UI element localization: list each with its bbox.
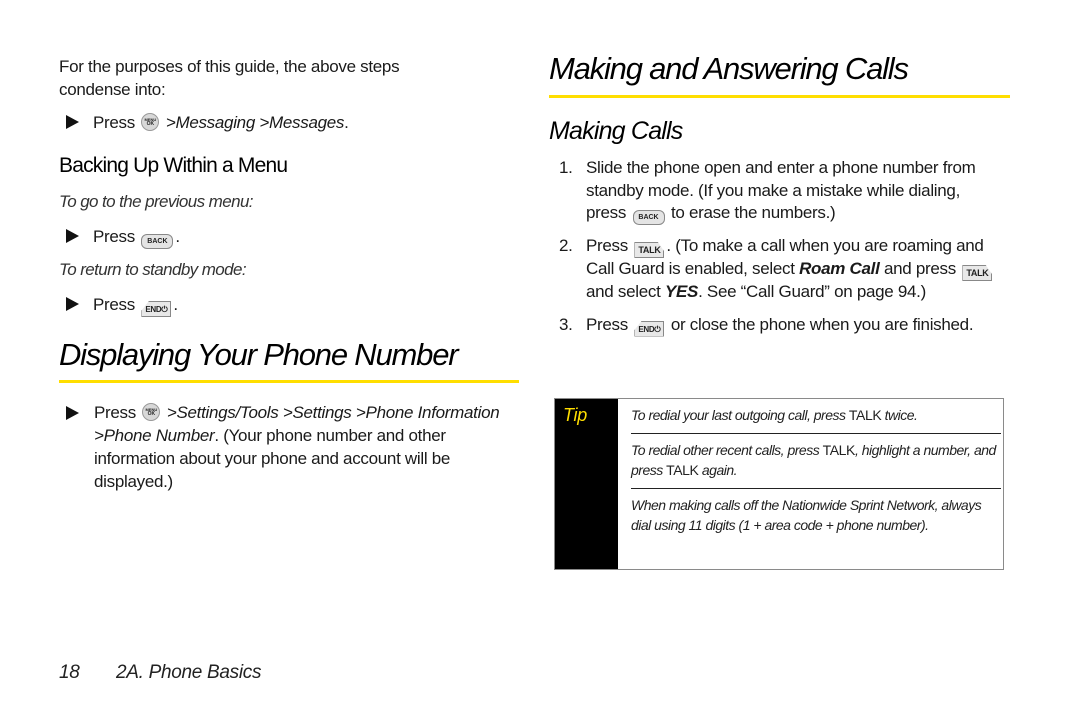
step-text: or close the phone when you are finished… xyxy=(670,314,974,334)
talk-key-icon: TALK xyxy=(634,242,665,258)
menu-path: >Messaging >Messages xyxy=(165,113,345,132)
yes-option: YES xyxy=(664,282,699,301)
previous-menu-step: Press BACK. xyxy=(66,225,180,249)
displaying-step-text: Press MENU OK >Settings/Tools >Settings >… xyxy=(94,401,506,493)
back-key-icon: BACK xyxy=(632,210,665,225)
press-text: Press xyxy=(93,113,135,132)
previous-menu-label: To go to the previous menu: xyxy=(59,192,254,211)
key-bottom-label: OK xyxy=(147,411,156,417)
tip-text: again. xyxy=(698,462,738,478)
tip-label: Tip xyxy=(563,405,587,425)
tip-box: Tip To redial your last outgoing call, p… xyxy=(554,398,1004,570)
bullet-arrow-icon xyxy=(66,297,79,311)
tip-text: To redial your last outgoing call, press xyxy=(631,407,849,423)
tip-content: To redial your last outgoing call, press… xyxy=(631,399,1001,543)
tip-item: When making calls off the Nationwide Spr… xyxy=(631,489,1001,543)
press-text: Press xyxy=(93,295,135,314)
tip-text: twice. xyxy=(881,407,918,423)
step-item: 3. Press END⏻ or close the phone when yo… xyxy=(559,314,999,337)
talk-key-label: TALK xyxy=(822,442,856,458)
talk-key-icon: TALK xyxy=(962,265,993,281)
end-key-icon: END⏻ xyxy=(141,301,172,317)
standby-mode-label: To return to standby mode: xyxy=(59,260,247,279)
section-divider xyxy=(59,380,519,383)
tip-item: To redial other recent calls, press TALK… xyxy=(631,434,1001,488)
menu-ok-key-icon: MENU OK xyxy=(142,403,161,421)
making-calls-heading: Making Calls xyxy=(549,117,683,145)
step-text: Press xyxy=(586,236,628,255)
roam-call-option: Roam Call xyxy=(799,259,880,278)
tip-item: To redial your last outgoing call, press… xyxy=(631,399,1001,433)
press-text: Press xyxy=(94,403,136,422)
making-answering-calls-heading: Making and Answering Calls xyxy=(549,51,909,86)
step-number: 1. xyxy=(559,158,573,177)
intro-step: Press MENU OK >Messaging >Messages. xyxy=(66,111,349,134)
bullet-arrow-icon xyxy=(66,406,79,420)
press-text: Press xyxy=(93,227,135,246)
step-item: 2. Press TALK. (To make a call when you … xyxy=(559,235,999,304)
intro-text: For the purposes of this guide, the abov… xyxy=(59,57,400,99)
end-key-icon: END⏻ xyxy=(634,320,665,337)
step-number: 2. xyxy=(559,236,573,255)
bullet-arrow-icon xyxy=(66,115,79,129)
step-text: and press xyxy=(883,259,956,278)
backing-up-heading: Backing Up Within a Menu xyxy=(59,154,288,177)
period: . xyxy=(175,227,180,246)
displaying-step: Press MENU OK >Settings/Tools >Settings >… xyxy=(66,401,506,493)
menu-ok-key-icon: MENU OK xyxy=(141,113,160,131)
making-calls-steps: 1. Slide the phone open and enter a phon… xyxy=(559,157,999,347)
talk-key-label: TALK xyxy=(666,462,699,478)
step-text: to erase the numbers.) xyxy=(670,203,836,222)
talk-key-label: TALK xyxy=(848,407,882,423)
step-text: Press xyxy=(586,314,628,334)
back-key-icon: BACK xyxy=(141,234,174,249)
bullet-arrow-icon xyxy=(66,229,79,243)
tip-sidebar: Tip xyxy=(555,399,618,569)
page-number: 18 xyxy=(59,662,80,683)
step-text: and select xyxy=(586,282,661,301)
period: . xyxy=(173,295,178,314)
section-divider xyxy=(549,95,1010,98)
period: . xyxy=(344,113,349,132)
displaying-phone-number-heading: Displaying Your Phone Number xyxy=(59,337,459,372)
standby-step: Press END⏻. xyxy=(66,293,178,317)
key-bottom-label: OK xyxy=(146,121,155,127)
intro-paragraph: For the purposes of this guide, the abov… xyxy=(59,55,459,101)
section-name: 2A. Phone Basics xyxy=(116,662,262,683)
step-item: 1. Slide the phone open and enter a phon… xyxy=(559,157,999,225)
step-number: 3. xyxy=(559,314,573,334)
tip-text: To redial other recent calls, press xyxy=(631,442,823,458)
tip-text: When making calls off the Nationwide Spr… xyxy=(631,497,982,533)
step-text: . See “Call Guard” on page 94.) xyxy=(698,282,926,301)
